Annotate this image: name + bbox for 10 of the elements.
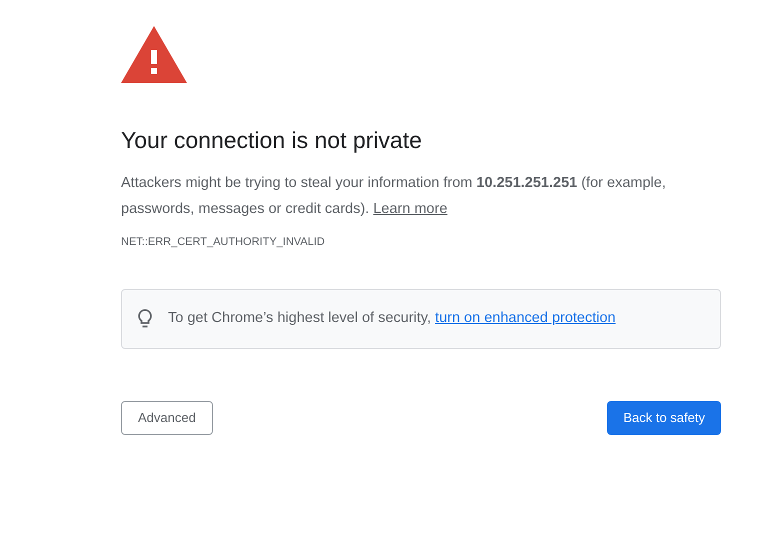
- warning-message: Attackers might be trying to steal your information from 10.251.251.251 (for example, passwords, messages or credit cards). Learn more: [121, 174, 667, 219]
- learn-more-link[interactable]: Learn more: [373, 201, 448, 217]
- advanced-button[interactable]: Advanced: [121, 401, 213, 435]
- page-heading: Your connection is not private: [121, 126, 422, 155]
- lightbulb-icon: [138, 309, 152, 329]
- warning-icon: [121, 26, 187, 83]
- back-to-safety-button[interactable]: Back to safety: [607, 401, 721, 435]
- enhanced-protection-link[interactable]: turn on enhanced protection: [435, 310, 616, 326]
- error-code: NET::ERR_CERT_AUTHORITY_INVALID: [121, 235, 325, 250]
- tip-text: To get Chrome’s highest level of security, turn on enhanced protection: [168, 309, 616, 328]
